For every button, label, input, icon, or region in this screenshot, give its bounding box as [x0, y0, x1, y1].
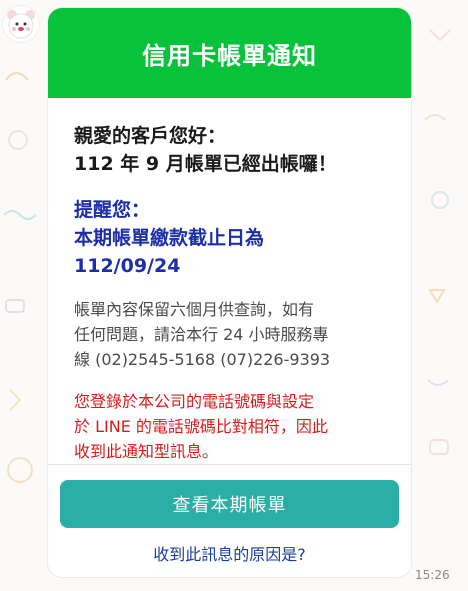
greeting-line: 親愛的客戶您好：: [74, 125, 227, 147]
info-line: 任何問題，請洽本行 24 小時服務專: [74, 325, 329, 344]
verification-notice: 您登錄於本公司的電話號碼與設定 於 LINE 的電話號碼比對相符，因此 收到此通…: [74, 389, 394, 464]
info-line: 線 (02)2545-5168 (07)226-9393: [74, 350, 331, 369]
reminder-label: 提醒您：: [74, 199, 151, 221]
notice-line: 收到此通知型訊息。: [74, 442, 219, 461]
message-timestamp: 15:26: [415, 568, 450, 582]
divider: [48, 464, 411, 465]
view-statement-button[interactable]: 查看本期帳單: [60, 480, 399, 528]
service-info: 帳單內容保留六個月供查詢，如有 任何問題，請洽本行 24 小時服務專 線 (02…: [74, 297, 394, 372]
message-card: 信用卡帳單通知 親愛的客戶您好： 112 年 9 月帳單已經出帳囉！ 提醒您： …: [48, 8, 411, 577]
card-title: 信用卡帳單通知: [142, 41, 317, 70]
due-date-label: 本期帳單繳款截止日為: [74, 227, 265, 249]
info-line: 帳單內容保留六個月供查詢，如有: [74, 300, 315, 319]
sender-avatar[interactable]: [3, 6, 39, 42]
card-header: 信用卡帳單通知: [48, 8, 411, 98]
greeting-block: 親愛的客戶您好： 112 年 9 月帳單已經出帳囉！: [74, 122, 411, 178]
due-date-value: 112/09/24: [74, 255, 181, 277]
notice-line: 您登錄於本公司的電話號碼與設定: [74, 392, 315, 411]
notice-line: 於 LINE 的電話號碼比對相符，因此: [74, 417, 328, 436]
payment-reminder: 提醒您： 本期帳單繳款截止日為 112/09/24: [74, 196, 411, 280]
statement-status-line: 112 年 9 月帳單已經出帳囉！: [74, 153, 337, 175]
card-content: 親愛的客戶您好： 112 年 9 月帳單已經出帳囉！ 提醒您： 本期帳單繳款截止…: [48, 98, 411, 464]
bear-avatar-icon: [3, 6, 39, 42]
why-received-link[interactable]: 收到此訊息的原因是?: [48, 538, 411, 568]
